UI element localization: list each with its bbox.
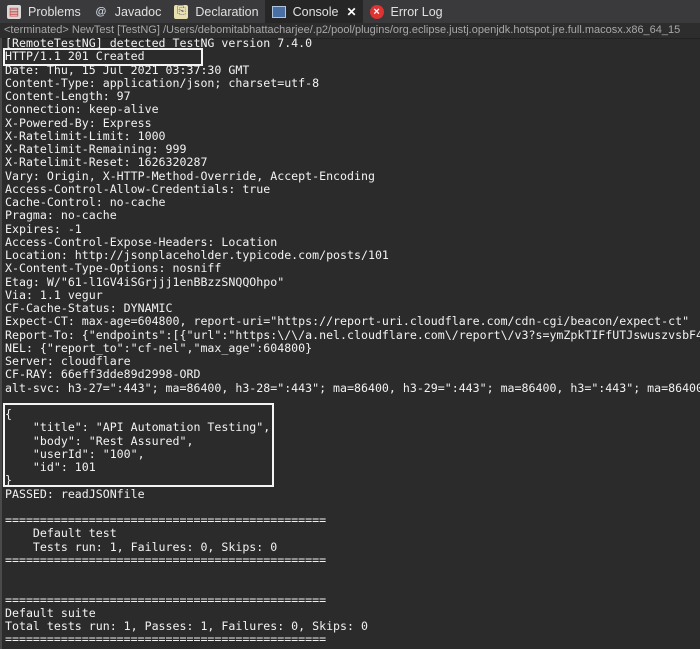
console-line: X-Content-Type-Options: nosniff xyxy=(5,262,222,276)
console-line: Pragma: no-cache xyxy=(5,209,117,223)
console-line: Location: http://jsonplaceholder.typicod… xyxy=(5,249,389,262)
tab-label: Console xyxy=(292,4,339,19)
console-output[interactable]: [RemoteTestNG] detected TestNG version 7… xyxy=(5,37,700,647)
console-line: CF-Cache-Status: DYNAMIC xyxy=(5,302,173,315)
tab-label: Javadoc xyxy=(114,4,162,19)
console-line: } xyxy=(5,474,12,488)
console-line: Default suite xyxy=(5,606,96,620)
tab-problems[interactable]: ▤ Problems xyxy=(0,0,87,23)
console-line: Date: Thu, 15 Jul 2021 03:37:30 GMT xyxy=(5,63,250,77)
tab-error-log[interactable]: × Error Log xyxy=(363,0,449,23)
console-line: ========================================… xyxy=(5,633,327,647)
console-line: Access-Control-Allow-Credentials: true xyxy=(5,182,271,196)
console-line: X-Ratelimit-Reset: 1626320287 xyxy=(5,156,208,170)
view-tab-bar: ▤ Problems @ Javadoc ⎘ Declaration Conso… xyxy=(0,0,700,24)
console-line: Vary: Origin, X-HTTP-Method-Override, Ac… xyxy=(5,169,375,183)
console-line: Total tests run: 1, Passes: 1, Failures:… xyxy=(5,620,368,633)
console-line: "body": "Rest Assured", xyxy=(5,434,194,448)
console-line: CF-RAY: 66eff3dde89d2998-ORD xyxy=(5,368,201,382)
console-line: ========================================… xyxy=(5,593,327,607)
console-line: Cache-Control: no-cache xyxy=(5,196,166,209)
console-line: X-Ratelimit-Limit: 1000 xyxy=(5,129,166,143)
tab-javadoc[interactable]: @ Javadoc xyxy=(87,0,168,23)
console-line: ========================================… xyxy=(5,514,327,527)
console-line: Default test xyxy=(5,527,117,541)
console-line: NEL: {"report_to":"cf-nel","max_age":604… xyxy=(5,341,313,355)
console-line: alt-svc: h3-27=":443"; ma=86400, h3-28="… xyxy=(5,381,700,395)
console-line: Expect-CT: max-age=604800, report-uri="h… xyxy=(5,315,690,329)
console-line: Via: 1.1 vegur xyxy=(5,288,103,302)
console-line: Content-Type: application/json; charset=… xyxy=(5,76,320,90)
console-line: "id": 101 xyxy=(5,461,96,474)
console-line: Server: cloudflare xyxy=(5,355,131,368)
tab-label: Error Log xyxy=(390,4,443,19)
close-icon[interactable]: ✕ xyxy=(346,5,356,19)
tab-console[interactable]: Console ✕ xyxy=(264,0,363,23)
error-log-icon: × xyxy=(369,4,384,19)
console-line: Etag: W/"61-l1GV4iSGrjjj1enBBzzSNQQOhpo" xyxy=(5,275,285,289)
tab-declaration[interactable]: ⎘ Declaration xyxy=(167,0,264,23)
left-edge xyxy=(0,38,2,649)
console-line: ========================================… xyxy=(5,553,327,567)
console-line: X-Ratelimit-Remaining: 999 xyxy=(5,143,187,156)
console-icon xyxy=(271,5,286,18)
tab-label: Problems xyxy=(28,4,81,19)
at-icon: @ xyxy=(95,5,107,18)
declaration-icon: ⎘ xyxy=(174,4,189,19)
console-line: PASSED: readJSONfile xyxy=(5,487,145,501)
console-line: Report-To: {"endpoints":[{"url":"https:\… xyxy=(5,328,700,342)
console-line: HTTP/1.1 201 Created xyxy=(5,50,145,64)
console-line: [RemoteTestNG] detected TestNG version 7… xyxy=(5,37,313,50)
problems-icon: ▤ xyxy=(7,4,21,19)
console-line: Expires: -1 xyxy=(5,222,82,236)
console-line: Tests run: 1, Failures: 0, Skips: 0 xyxy=(5,540,278,554)
console-line: Connection: keep-alive xyxy=(5,103,159,117)
console-line: Content-Length: 97 xyxy=(5,90,131,103)
console-line: Access-Control-Expose-Headers: Location xyxy=(5,235,278,249)
tab-label: Declaration xyxy=(195,4,259,19)
console-line: "userId": "100", xyxy=(5,447,145,461)
console-line: { xyxy=(5,408,12,421)
console-line: "title": "API Automation Testing", xyxy=(5,421,271,435)
console-line: X-Powered-By: Express xyxy=(5,116,152,130)
